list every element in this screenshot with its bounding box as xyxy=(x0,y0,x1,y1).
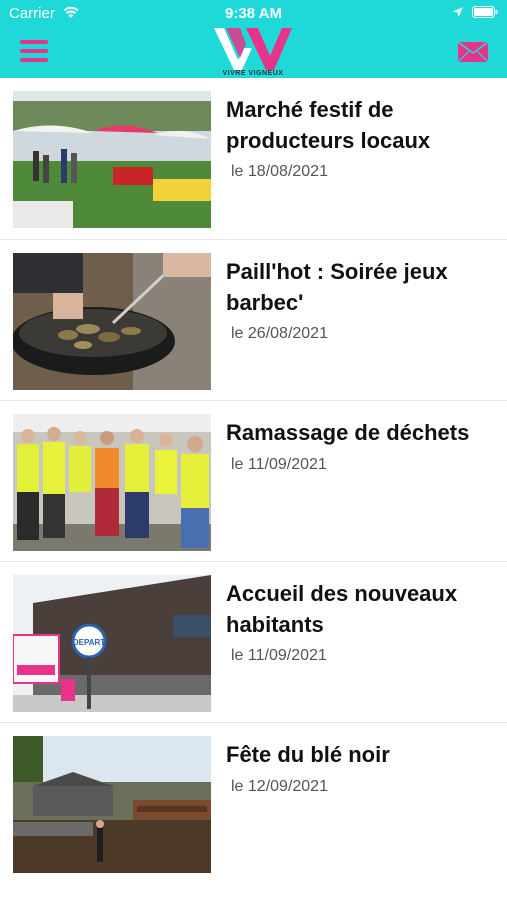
status-bar: Carrier 9:38 AM xyxy=(0,0,507,26)
depart-sign: DEPART xyxy=(73,638,105,647)
news-list: Marché festif de producteurs locaux le 1… xyxy=(0,78,507,884)
list-item[interactable]: Paill'hot : Soirée jeux barbec' le 26/08… xyxy=(0,240,507,401)
location-arrow-icon xyxy=(453,7,463,17)
battery-icon xyxy=(472,6,498,18)
article-date: le 11/09/2021 xyxy=(231,647,327,664)
article-title: Accueil des nouveaux habitants xyxy=(226,581,458,637)
article-thumbnail xyxy=(13,91,211,228)
hamburger-menu-icon[interactable] xyxy=(20,40,48,64)
list-item[interactable]: Fête du blé noir le 12/09/2021 xyxy=(0,723,507,884)
app-logo: VIVRE VIGNEUX xyxy=(212,26,294,78)
mail-icon[interactable] xyxy=(458,42,488,62)
article-title: Ramassage de déchets xyxy=(226,420,470,445)
list-item[interactable]: Marché festif de producteurs locaux le 1… xyxy=(0,78,507,240)
article-date: le 12/09/2021 xyxy=(231,778,328,795)
list-item[interactable]: Ramassage de déchets le 11/09/2021 xyxy=(0,401,507,562)
app-header: Carrier 9:38 AM VIVRE VIGNEUX xyxy=(0,0,507,78)
clock: 9:38 AM xyxy=(225,5,282,22)
article-thumbnail xyxy=(13,414,211,551)
logo-text: VIVRE VIGNEUX xyxy=(222,70,284,77)
list-item[interactable]: DEPART Accueil des nouveaux habitants le… xyxy=(0,562,507,723)
article-thumbnail xyxy=(13,736,211,873)
article-title: Fête du blé noir xyxy=(226,742,390,767)
article-date: le 26/08/2021 xyxy=(231,325,328,342)
article-date: le 11/09/2021 xyxy=(231,456,327,473)
article-thumbnail xyxy=(13,253,211,390)
article-date: le 18/08/2021 xyxy=(231,163,328,180)
article-thumbnail: DEPART xyxy=(13,575,211,712)
article-title: Marché festif de producteurs locaux xyxy=(226,97,431,153)
article-title: Paill'hot : Soirée jeux barbec' xyxy=(226,259,448,315)
